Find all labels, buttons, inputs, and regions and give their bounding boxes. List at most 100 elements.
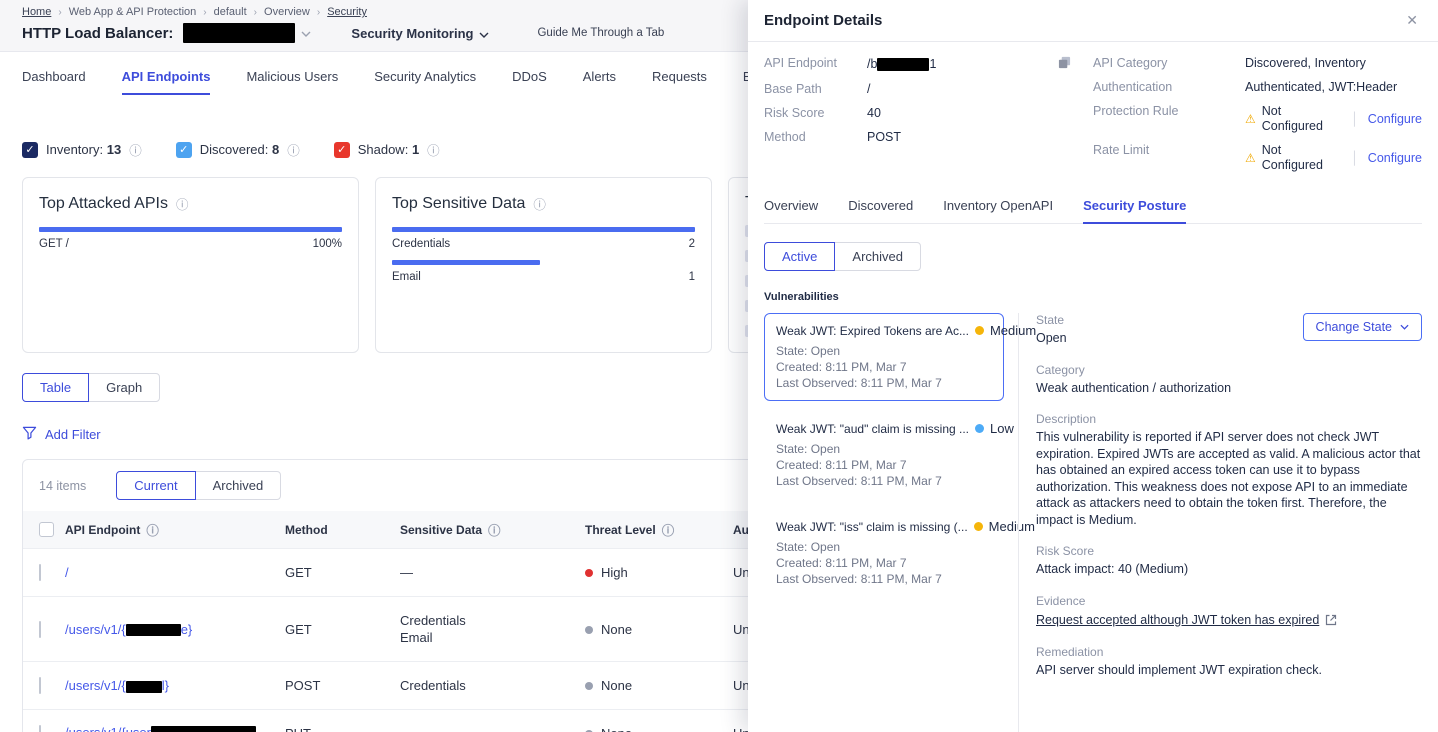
card-top-attacked-apis: Top Attacked APIsⓘ GET /100% bbox=[22, 177, 359, 353]
filter-shadow[interactable]: ✓ Shadow: 1 ⓘ bbox=[334, 140, 440, 159]
redacted-lb-name bbox=[183, 23, 295, 43]
vuln-last-observed: Last Observed: 8:11 PM, Mar 7 bbox=[776, 571, 992, 587]
filter-inventory[interactable]: ✓ Inventory: 13 ⓘ bbox=[22, 140, 142, 159]
vulnerability-title: Weak JWT: Expired Tokens are Ac... bbox=[776, 324, 969, 338]
threat-cell: None bbox=[585, 711, 733, 732]
row-checkbox[interactable] bbox=[39, 725, 41, 732]
table-view-button[interactable]: Table bbox=[22, 373, 89, 402]
guide-me-link[interactable]: Guide Me Through a Tab bbox=[537, 27, 664, 39]
field-label: Authentication bbox=[1093, 80, 1245, 95]
chevron-down-icon[interactable] bbox=[301, 24, 311, 42]
severity-dot bbox=[975, 424, 984, 433]
vulnerability-card[interactable]: Weak JWT: Expired Tokens are Ac... Mediu… bbox=[764, 313, 1004, 401]
tab-requests[interactable]: Requests bbox=[652, 56, 707, 95]
method-cell: PUT bbox=[285, 711, 400, 732]
row-checkbox[interactable] bbox=[39, 621, 41, 638]
panel-title: Endpoint Details bbox=[764, 12, 882, 29]
breadcrumb-home[interactable]: Home bbox=[22, 6, 51, 18]
evidence-link[interactable]: Request accepted although JWT token has … bbox=[1036, 613, 1337, 627]
info-icon[interactable]: ⓘ bbox=[427, 140, 440, 159]
field-label: Rate Limit bbox=[1093, 143, 1245, 158]
vuln-last-observed: Last Observed: 8:11 PM, Mar 7 bbox=[776, 473, 992, 489]
breadcrumb-waap[interactable]: Web App & API Protection bbox=[69, 6, 197, 18]
risk-score-value: 40 bbox=[867, 106, 881, 121]
vuln-created: Created: 8:11 PM, Mar 7 bbox=[776, 555, 992, 571]
sensitive-cell: CredentialsEmail bbox=[400, 597, 585, 661]
current-button[interactable]: Current bbox=[116, 471, 195, 500]
filter-discovered[interactable]: ✓ Discovered: 8 ⓘ bbox=[176, 140, 300, 159]
breadcrumb-separator: › bbox=[254, 7, 257, 18]
severity-dot bbox=[974, 522, 983, 531]
row-checkbox[interactable] bbox=[39, 564, 41, 581]
tab-malicious-users[interactable]: Malicious Users bbox=[246, 56, 338, 95]
checkbox-checked-icon[interactable]: ✓ bbox=[334, 142, 350, 158]
base-path-value: / bbox=[867, 82, 870, 97]
bar-value: 2 bbox=[689, 238, 695, 250]
tab-discovered[interactable]: Discovered bbox=[848, 198, 913, 224]
archived-button[interactable]: Archived bbox=[195, 471, 282, 500]
redacted-endpoint bbox=[877, 58, 929, 71]
configure-rate-limit-link[interactable]: Configure bbox=[1368, 151, 1422, 166]
info-icon[interactable]: ⓘ bbox=[287, 140, 300, 159]
protection-rule-value: ⚠ Not Configured │ Configure bbox=[1245, 104, 1422, 134]
endpoint-link[interactable]: / bbox=[65, 565, 69, 580]
bar-email bbox=[392, 260, 540, 265]
vulnerabilities-heading: Vulnerabilities bbox=[764, 291, 1422, 303]
authentication-value: Authenticated, JWT:Header bbox=[1245, 80, 1397, 95]
mode-selector[interactable]: Security Monitoring bbox=[351, 26, 489, 41]
tab-inventory-openapi[interactable]: Inventory OpenAPI bbox=[943, 198, 1053, 224]
active-button[interactable]: Active bbox=[764, 242, 835, 271]
select-all-checkbox[interactable] bbox=[39, 522, 54, 537]
endpoint-link[interactable]: /users/v1/{e} bbox=[65, 622, 192, 637]
bar-label: Credentials bbox=[392, 238, 450, 250]
breadcrumb-default[interactable]: default bbox=[214, 6, 247, 18]
tab-security-analytics[interactable]: Security Analytics bbox=[374, 56, 476, 95]
col-threat-level: Threat Level bbox=[585, 523, 656, 537]
description-label: Description bbox=[1036, 412, 1422, 426]
vulnerability-title: Weak JWT: "iss" claim is missing (... bbox=[776, 520, 968, 534]
change-state-label: Change State bbox=[1316, 320, 1392, 334]
close-icon[interactable]: ✕ bbox=[1406, 12, 1418, 29]
endpoint-link[interactable]: /users/v1/{l} bbox=[65, 678, 169, 693]
active-archived-toggle: Active Archived bbox=[764, 242, 921, 271]
breadcrumb-separator: › bbox=[58, 7, 61, 18]
tab-security-posture[interactable]: Security Posture bbox=[1083, 198, 1186, 224]
method-cell: GET bbox=[285, 607, 400, 652]
vulnerability-card[interactable]: Weak JWT: "iss" claim is missing (... Me… bbox=[764, 509, 1004, 597]
info-icon[interactable]: ⓘ bbox=[533, 194, 546, 213]
items-count: 14 items bbox=[39, 479, 86, 493]
info-icon[interactable]: ⓘ bbox=[176, 194, 189, 213]
checkbox-checked-icon[interactable]: ✓ bbox=[176, 142, 192, 158]
info-icon[interactable]: ⓘ bbox=[146, 520, 159, 539]
vulnerability-card[interactable]: Weak JWT: "aud" claim is missing ... Low… bbox=[764, 411, 1004, 499]
info-icon[interactable]: ⓘ bbox=[129, 140, 142, 159]
tab-api-endpoints[interactable]: API Endpoints bbox=[122, 56, 211, 95]
method-cell: GET bbox=[285, 550, 400, 595]
warning-icon: ⚠ bbox=[1245, 112, 1256, 127]
copy-icon[interactable] bbox=[1058, 56, 1071, 73]
info-icon[interactable]: ⓘ bbox=[662, 520, 675, 539]
tab-dashboard[interactable]: Dashboard bbox=[22, 56, 86, 95]
change-state-button[interactable]: Change State bbox=[1303, 313, 1422, 341]
threat-cell: None bbox=[585, 607, 733, 652]
tab-overview[interactable]: Overview bbox=[764, 198, 818, 224]
remediation-value: API server should implement JWT expirati… bbox=[1036, 662, 1422, 679]
endpoint-fields: API Endpoint /b1 Base Path/ Risk Score40… bbox=[764, 56, 1422, 182]
breadcrumb-overview[interactable]: Overview bbox=[264, 6, 310, 18]
row-checkbox[interactable] bbox=[39, 677, 41, 694]
redacted-path bbox=[151, 726, 256, 732]
category-label: Category bbox=[1036, 363, 1422, 377]
divider: │ bbox=[1351, 112, 1359, 127]
endpoint-link[interactable]: /users/v1/{user bbox=[65, 725, 256, 732]
archived-button[interactable]: Archived bbox=[834, 242, 921, 271]
info-icon[interactable]: ⓘ bbox=[488, 520, 501, 539]
breadcrumb-security[interactable]: Security bbox=[327, 6, 367, 18]
checkbox-checked-icon[interactable]: ✓ bbox=[22, 142, 38, 158]
tab-alerts[interactable]: Alerts bbox=[583, 56, 616, 95]
configure-protection-link[interactable]: Configure bbox=[1368, 112, 1422, 127]
bar-value: 100% bbox=[313, 238, 342, 250]
field-label: Protection Rule bbox=[1093, 104, 1245, 119]
tab-ddos[interactable]: DDoS bbox=[512, 56, 547, 95]
threat-cell: None bbox=[585, 663, 733, 708]
graph-view-button[interactable]: Graph bbox=[88, 373, 160, 402]
